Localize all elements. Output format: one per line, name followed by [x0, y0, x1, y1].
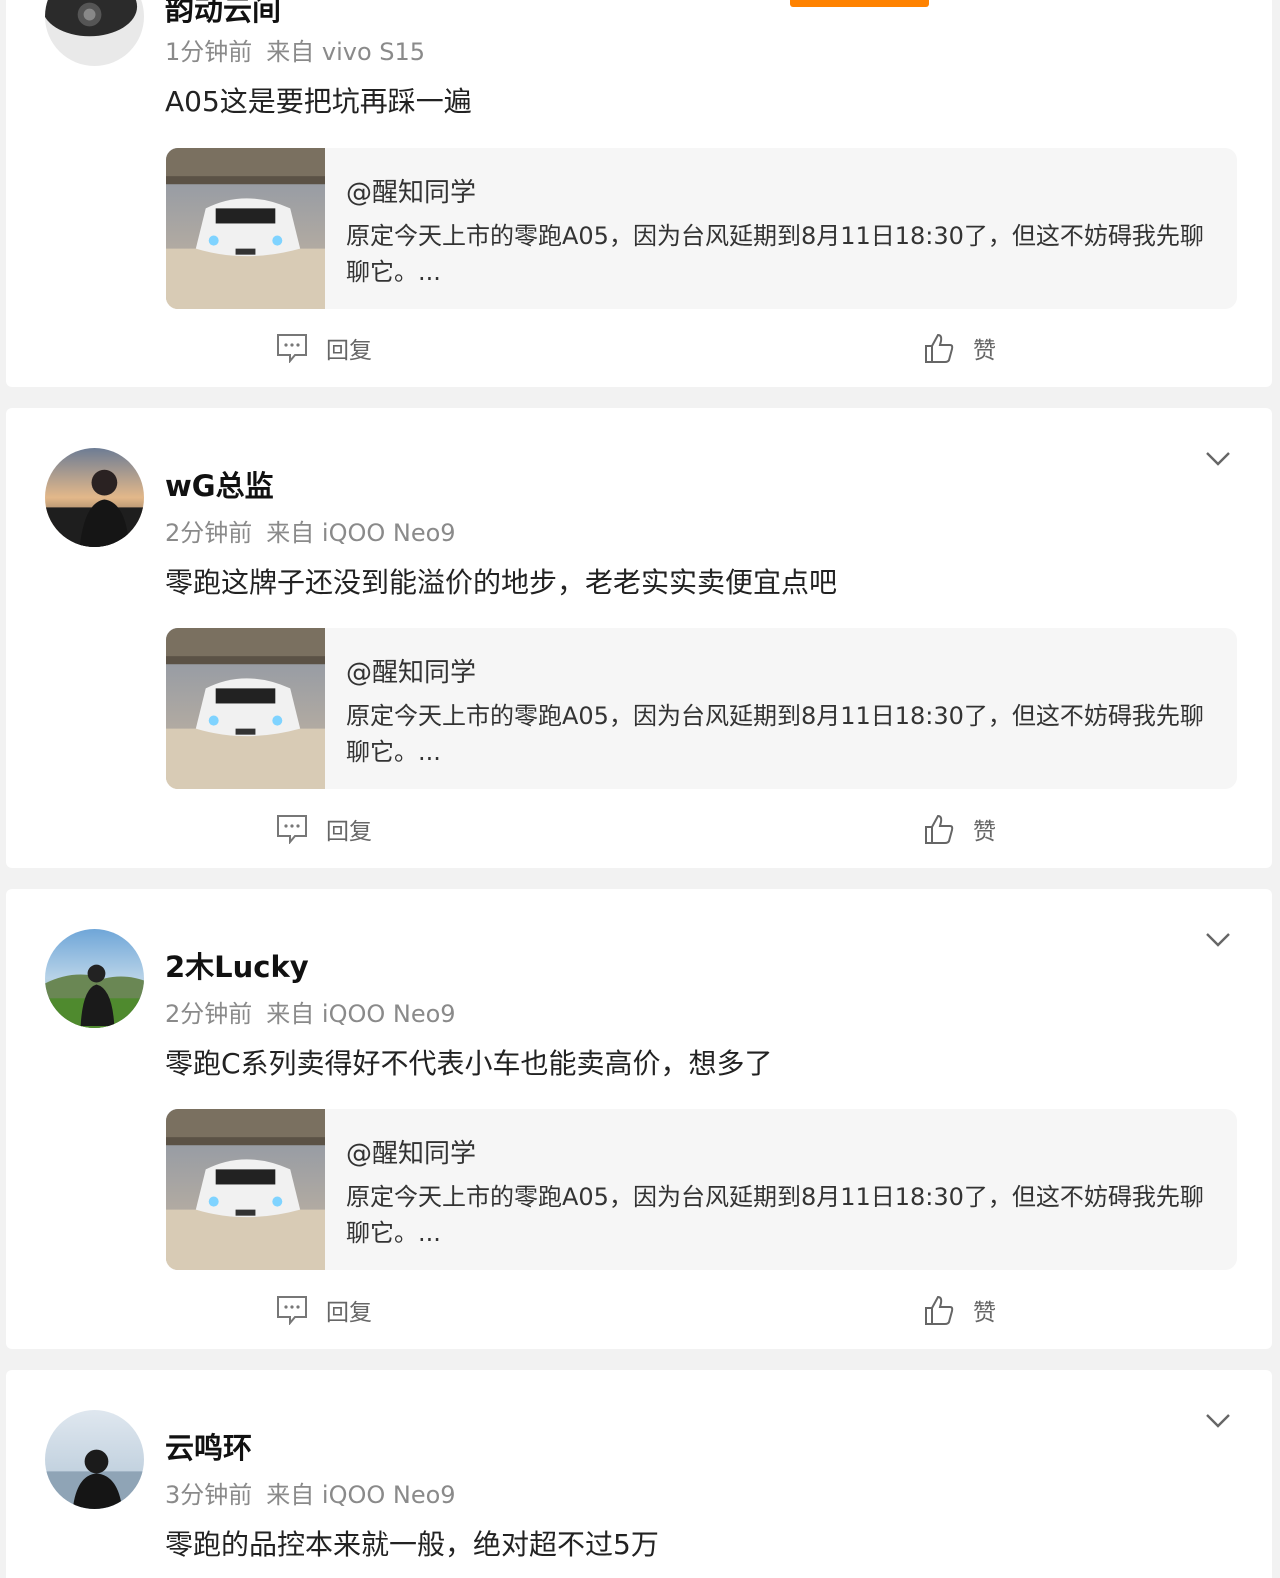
comment-card: 云鸣环 3分钟前 来自 iQOO Neo9 零跑的品控本来就一般，绝对超不过5万 — [6, 1370, 1272, 1578]
quoted-author[interactable]: @醒知同学 — [346, 172, 476, 209]
quoted-excerpt: 原定今天上市的零跑A05，因为台风延期到8月11日18:30了，但这不妨碍我先聊… — [346, 1183, 1204, 1247]
like-label: 赞 — [973, 338, 996, 364]
post-meta: 1分钟前 来自 vivo S15 — [165, 37, 425, 67]
like-button[interactable]: 赞 — [923, 812, 996, 846]
like-button[interactable]: 赞 — [923, 331, 996, 365]
comment-text: 零跑的品控本来就一般，绝对超不过5万 — [165, 1528, 659, 1561]
quoted-post[interactable]: @醒知同学 原定今天上市的零跑A05，因为台风延期到8月11日18:30了，但这… — [166, 1109, 1237, 1270]
like-label: 赞 — [973, 819, 996, 845]
post-time: 2分钟前 — [165, 519, 253, 547]
username[interactable]: 2木Lucky — [165, 949, 309, 985]
avatar[interactable] — [45, 1410, 144, 1509]
chevron-down-icon — [1206, 1414, 1230, 1428]
comment-icon — [277, 1296, 307, 1325]
post-meta: 3分钟前 来自 iQOO Neo9 — [165, 1480, 456, 1510]
reply-label: 回复 — [326, 338, 372, 364]
reply-button[interactable]: 回复 — [276, 812, 372, 846]
thumbs-up-icon — [925, 1295, 954, 1325]
reply-button[interactable]: 回复 — [276, 331, 372, 365]
post-source: 来自 iQOO Neo9 — [266, 1481, 456, 1509]
comment-card: 韵动云间 1分钟前 来自 vivo S15 A05这是要把坑再踩一遍 @醒知同学 … — [6, 0, 1272, 387]
thumbs-up-icon — [925, 333, 954, 363]
comment-card: wG总监 2分钟前 来自 iQOO Neo9 零跑这牌子还没到能溢价的地步，老老实… — [6, 408, 1272, 868]
post-time: 3分钟前 — [165, 1481, 253, 1509]
more-options[interactable] — [1204, 931, 1232, 949]
active-tab-indicator — [790, 0, 929, 7]
comment-text: A05这是要把坑再踩一遍 — [165, 85, 472, 118]
post-meta: 2分钟前 来自 iQOO Neo9 — [165, 999, 456, 1029]
post-source: 来自 iQOO Neo9 — [266, 519, 456, 547]
reply-label: 回复 — [326, 819, 372, 845]
comment-card: 2木Lucky 2分钟前 来自 iQOO Neo9 零跑C系列卖得好不代表小车也能… — [6, 889, 1272, 1349]
comment-text: 零跑这牌子还没到能溢价的地步，老老实实卖便宜点吧 — [165, 566, 838, 599]
avatar[interactable] — [45, 929, 144, 1028]
avatar[interactable] — [45, 0, 144, 66]
post-time: 2分钟前 — [165, 1000, 253, 1028]
quoted-post-thumbnail — [166, 1109, 325, 1270]
more-options[interactable] — [1204, 450, 1232, 468]
thumbs-up-icon — [925, 814, 954, 844]
chevron-down-icon — [1206, 452, 1230, 466]
quoted-excerpt: 原定今天上市的零跑A05，因为台风延期到8月11日18:30了，但这不妨碍我先聊… — [346, 702, 1204, 766]
avatar[interactable] — [45, 448, 144, 547]
comment-icon — [277, 334, 307, 363]
reply-button[interactable]: 回复 — [276, 1293, 372, 1327]
quoted-post-thumbnail — [166, 148, 325, 309]
chevron-down-icon — [1206, 933, 1230, 947]
username[interactable]: 云鸣环 — [165, 1430, 252, 1466]
username[interactable]: 韵动云间 — [165, 0, 281, 28]
quoted-post[interactable]: @醒知同学 原定今天上市的零跑A05，因为台风延期到8月11日18:30了，但这… — [166, 628, 1237, 789]
like-label: 赞 — [973, 1300, 996, 1326]
quoted-author[interactable]: @醒知同学 — [346, 1133, 476, 1170]
post-source: 来自 iQOO Neo9 — [266, 1000, 456, 1028]
comment-text: 零跑C系列卖得好不代表小车也能卖高价，想多了 — [165, 1047, 773, 1080]
quoted-author[interactable]: @醒知同学 — [346, 652, 476, 689]
username[interactable]: wG总监 — [165, 468, 274, 504]
reply-label: 回复 — [326, 1300, 372, 1326]
post-meta: 2分钟前 来自 iQOO Neo9 — [165, 518, 456, 548]
quoted-post[interactable]: @醒知同学 原定今天上市的零跑A05，因为台风延期到8月11日18:30了，但这… — [166, 148, 1237, 309]
like-button[interactable]: 赞 — [923, 1293, 996, 1327]
quoted-post-thumbnail — [166, 628, 325, 789]
quoted-excerpt: 原定今天上市的零跑A05，因为台风延期到8月11日18:30了，但这不妨碍我先聊… — [346, 222, 1204, 286]
post-source: 来自 vivo S15 — [266, 38, 426, 66]
more-options[interactable] — [1204, 1412, 1232, 1430]
comment-icon — [277, 815, 307, 844]
post-time: 1分钟前 — [165, 38, 253, 66]
